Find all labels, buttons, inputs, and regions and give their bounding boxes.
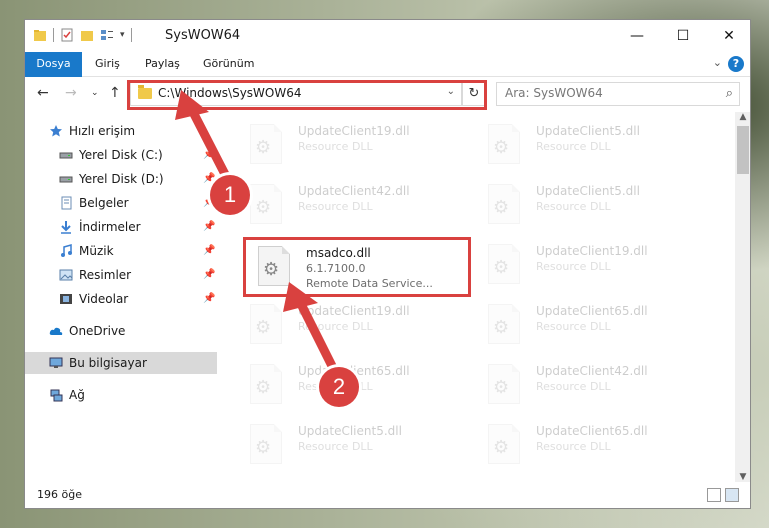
step-2-badge: 2 bbox=[319, 367, 359, 407]
arrow-step-2 bbox=[296, 299, 340, 377]
step-1-badge: 1 bbox=[210, 175, 250, 215]
arrow-head-step-2 bbox=[283, 282, 318, 312]
file-explorer-window: ▾ SysWOW64 — ☐ ✕ Dosya Giriş Paylaş Görü… bbox=[24, 19, 751, 509]
arrow-step-1 bbox=[188, 107, 235, 189]
annotation-arrows bbox=[175, 90, 340, 377]
arrow-head-step-1 bbox=[175, 90, 209, 120]
